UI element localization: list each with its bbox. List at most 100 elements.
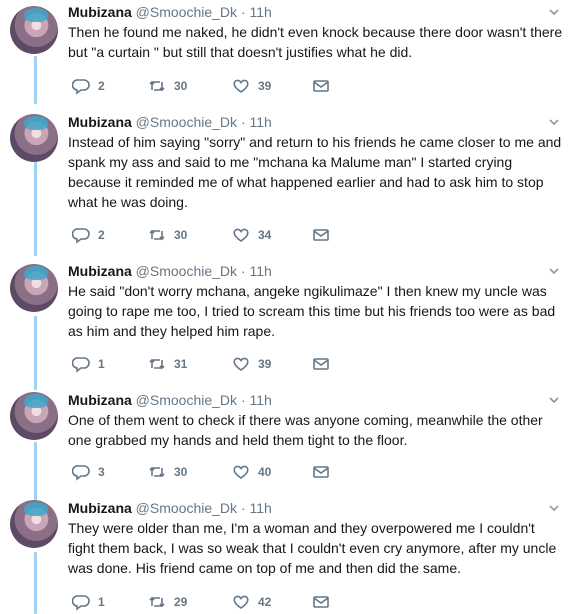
tweet-actions: 1 29 42 — [72, 592, 372, 612]
like-count: 39 — [258, 79, 272, 93]
chevron-down-icon[interactable] — [547, 501, 561, 515]
separator: · — [240, 114, 246, 130]
like-button[interactable]: 39 — [232, 354, 271, 374]
avatar[interactable] — [10, 264, 58, 312]
direct-message-button[interactable] — [312, 76, 330, 96]
retweet-icon — [149, 466, 165, 478]
heart-icon — [233, 79, 249, 93]
like-count: 39 — [258, 357, 272, 371]
tweet-text: He said "don't worry mchana, angeke ngik… — [68, 283, 556, 339]
user-handle[interactable]: @Smoochie_Dk — [136, 500, 237, 516]
tweet-header: Mubizana @Smoochie_Dk · 11h — [68, 262, 272, 280]
retweet-count: 30 — [174, 228, 188, 242]
tweet-text: Then he found me naked, he didn't even k… — [68, 24, 563, 60]
reply-button[interactable]: 2 — [72, 76, 105, 96]
thread-line — [34, 162, 37, 256]
thread-line — [34, 316, 37, 390]
retweet-icon — [149, 358, 165, 370]
retweet-button[interactable]: 30 — [148, 225, 187, 245]
like-count: 42 — [258, 595, 272, 609]
tweet-actions: 2 30 34 — [72, 225, 372, 245]
chevron-down-icon[interactable] — [547, 5, 561, 19]
display-name[interactable]: Mubizana — [68, 500, 132, 516]
display-name[interactable]: Mubizana — [68, 263, 132, 279]
reply-button[interactable]: 2 — [72, 225, 105, 245]
retweet-icon — [149, 596, 165, 608]
chevron-down-icon[interactable] — [547, 264, 561, 278]
tweet-actions: 2 30 39 — [72, 76, 372, 96]
tweet-header: Mubizana @Smoochie_Dk · 11h — [68, 113, 272, 131]
separator: · — [240, 500, 246, 516]
heart-icon — [233, 357, 249, 371]
reply-icon — [72, 357, 90, 373]
like-count: 34 — [258, 228, 272, 242]
timestamp[interactable]: 11h — [250, 263, 272, 279]
retweet-icon — [149, 80, 165, 92]
tweet-header: Mubizana @Smoochie_Dk · 11h — [68, 3, 272, 21]
thread-line — [34, 56, 37, 104]
direct-message-button[interactable] — [312, 592, 330, 612]
display-name[interactable]: Mubizana — [68, 114, 132, 130]
envelope-icon — [313, 466, 329, 478]
reply-count: 1 — [98, 357, 105, 371]
display-name[interactable]: Mubizana — [68, 392, 132, 408]
retweet-icon — [149, 229, 165, 241]
display-name[interactable]: Mubizana — [68, 4, 132, 20]
avatar[interactable] — [10, 392, 58, 440]
retweet-button[interactable]: 31 — [148, 354, 187, 374]
avatar[interactable] — [10, 114, 58, 162]
envelope-icon — [313, 229, 329, 241]
tweet-text: Instead of him saying "sorry" and return… — [68, 134, 562, 210]
like-button[interactable]: 42 — [232, 592, 271, 612]
like-count: 40 — [258, 465, 272, 479]
chevron-down-icon[interactable] — [547, 115, 561, 129]
reply-button[interactable]: 1 — [72, 354, 105, 374]
timestamp[interactable]: 11h — [250, 500, 272, 516]
separator: · — [240, 392, 246, 408]
avatar[interactable] — [10, 500, 58, 548]
retweet-count: 31 — [174, 357, 188, 371]
thread-line — [34, 552, 37, 614]
envelope-icon — [313, 596, 329, 608]
reply-count: 2 — [98, 79, 105, 93]
heart-icon — [233, 228, 249, 242]
reply-button[interactable]: 3 — [72, 462, 105, 482]
retweet-button[interactable]: 30 — [148, 462, 187, 482]
user-handle[interactable]: @Smoochie_Dk — [136, 263, 237, 279]
envelope-icon — [313, 358, 329, 370]
reply-icon — [72, 79, 90, 95]
tweet-text: One of them went to check if there was a… — [68, 412, 543, 448]
retweet-button[interactable]: 30 — [148, 76, 187, 96]
timestamp[interactable]: 11h — [250, 4, 272, 20]
reply-count: 3 — [98, 465, 105, 479]
tweet-header: Mubizana @Smoochie_Dk · 11h — [68, 499, 272, 517]
user-handle[interactable]: @Smoochie_Dk — [136, 114, 237, 130]
direct-message-button[interactable] — [312, 225, 330, 245]
retweet-button[interactable]: 29 — [148, 592, 187, 612]
timestamp[interactable]: 11h — [250, 114, 272, 130]
like-button[interactable]: 34 — [232, 225, 271, 245]
reply-count: 2 — [98, 228, 105, 242]
tweet-text: They were older than me, I'm a woman and… — [68, 520, 557, 576]
separator: · — [240, 4, 246, 20]
reply-icon — [72, 465, 90, 481]
avatar[interactable] — [10, 6, 58, 54]
direct-message-button[interactable] — [312, 462, 330, 482]
retweet-count: 29 — [174, 595, 188, 609]
like-button[interactable]: 39 — [232, 76, 271, 96]
like-button[interactable]: 40 — [232, 462, 271, 482]
tweet-actions: 1 31 39 — [72, 354, 372, 374]
user-handle[interactable]: @Smoochie_Dk — [136, 392, 237, 408]
reply-count: 1 — [98, 595, 105, 609]
user-handle[interactable]: @Smoochie_Dk — [136, 4, 237, 20]
chevron-down-icon[interactable] — [547, 393, 561, 407]
direct-message-button[interactable] — [312, 354, 330, 374]
heart-icon — [233, 595, 249, 609]
reply-button[interactable]: 1 — [72, 592, 105, 612]
tweet-header: Mubizana @Smoochie_Dk · 11h — [68, 391, 272, 409]
reply-icon — [72, 595, 90, 611]
heart-icon — [233, 465, 249, 479]
timestamp[interactable]: 11h — [250, 392, 272, 408]
retweet-count: 30 — [174, 79, 188, 93]
separator: · — [240, 263, 246, 279]
